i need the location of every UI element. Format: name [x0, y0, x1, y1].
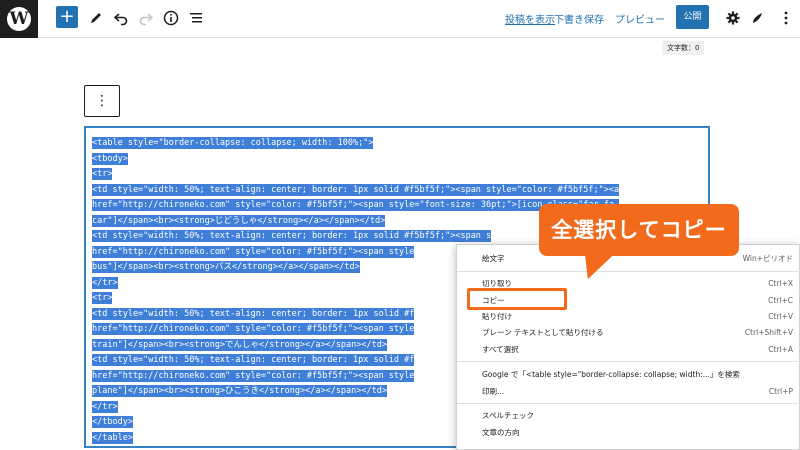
more-options-icon[interactable] — [776, 7, 796, 27]
styles-icon[interactable] — [748, 7, 768, 27]
menu-item-select-all[interactable]: すべて選択 Ctrl+A — [457, 342, 800, 357]
wordpress-logo-icon: W — [7, 7, 31, 31]
character-count: 文字数：0 — [662, 41, 705, 55]
preview-button[interactable]: プレビュー — [615, 11, 665, 26]
undo-icon[interactable] — [111, 7, 131, 27]
wordpress-logo-button[interactable]: W — [0, 0, 38, 38]
info-icon[interactable] — [161, 7, 181, 27]
context-menu: 絵文字 Win+ピリオド 切り取り Ctrl+X コピー Ctrl+C 貼り付け… — [456, 244, 800, 450]
tools-pen-icon[interactable] — [86, 7, 106, 27]
add-block-button[interactable]: + — [56, 6, 78, 28]
copy-highlight-box — [467, 288, 567, 310]
redo-icon[interactable] — [136, 7, 156, 27]
menu-item-paste-plain[interactable]: プレーン テキストとして貼り付ける Ctrl+Shift+V — [457, 325, 800, 340]
menu-item-text-direction[interactable]: 文章の方向 — [457, 425, 800, 440]
code-line: <tbody> — [92, 152, 128, 165]
editor-toolbar: W + 投稿を表示 下書き保存 プレビュー 公開 — [0, 0, 800, 38]
menu-item-paste[interactable]: 貼り付け Ctrl+V — [457, 309, 800, 324]
code-line: <table style="border-collapse: collapse;… — [92, 137, 374, 149]
menu-divider — [457, 271, 800, 272]
view-post-link[interactable]: 投稿を表示 — [505, 11, 555, 26]
menu-item-print[interactable]: 印刷... Ctrl+P — [457, 384, 800, 399]
code-line: <tr> — [92, 168, 113, 180]
callout-annotation: 全選択してコピー — [539, 204, 739, 256]
code-line: <td style="width: 50%; text-align: cente… — [92, 183, 620, 196]
menu-divider — [457, 361, 800, 362]
settings-gear-icon[interactable] — [723, 7, 743, 27]
menu-divider — [457, 403, 800, 404]
list-view-icon[interactable] — [186, 7, 206, 27]
save-draft-button[interactable]: 下書き保存 — [554, 11, 604, 26]
menu-item-google-search[interactable]: Google で「<table style="border-collapse: … — [457, 367, 800, 382]
menu-item-spellcheck[interactable]: スペルチェック — [457, 408, 800, 423]
publish-button[interactable]: 公開 — [676, 5, 709, 29]
block-options-button[interactable]: ⋮ — [84, 85, 120, 117]
